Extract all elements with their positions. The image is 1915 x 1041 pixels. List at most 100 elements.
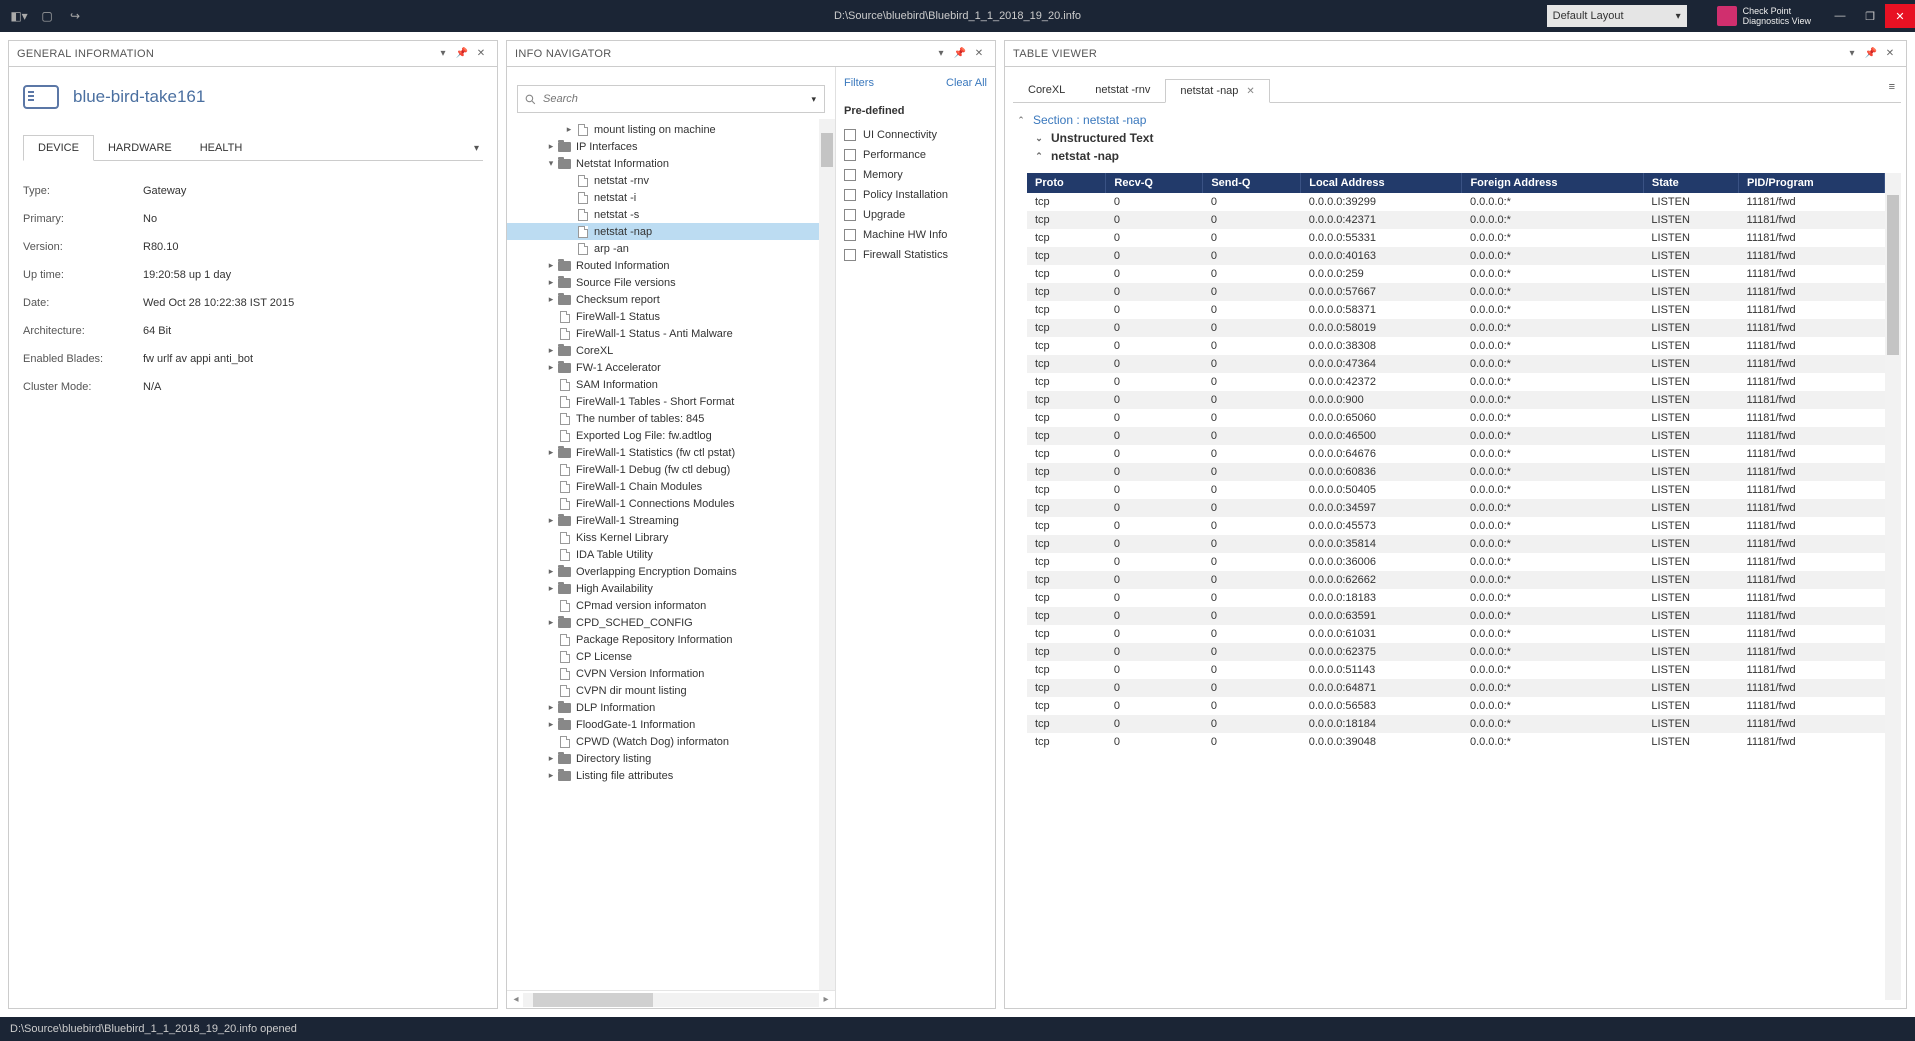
tree-item[interactable]: FireWall-1 Status - Anti Malware (507, 325, 835, 342)
tree-item[interactable]: ▸Checksum report (507, 291, 835, 308)
tv-tab[interactable]: CoreXL (1013, 78, 1080, 102)
tree-item[interactable]: CVPN dir mount listing (507, 682, 835, 699)
app-menu-icon[interactable]: ◧▾ (12, 9, 26, 23)
filter-checkbox[interactable]: Performance (844, 145, 987, 165)
tree-twisty-icon[interactable]: ▸ (545, 583, 557, 594)
tree-item[interactable]: Kiss Kernel Library (507, 529, 835, 546)
nav-tree[interactable]: ▸mount listing on machine▸IP Interfaces▾… (507, 119, 835, 990)
filter-checkbox[interactable]: Memory (844, 165, 987, 185)
table-row[interactable]: tcp000.0.0.0:583710.0.0.0:*LISTEN11181/f… (1027, 301, 1885, 319)
tree-item[interactable]: Exported Log File: fw.adtlog (507, 427, 835, 444)
table-row[interactable]: tcp000.0.0.0:635910.0.0.0:*LISTEN11181/f… (1027, 607, 1885, 625)
tree-item[interactable]: FireWall-1 Connections Modules (507, 495, 835, 512)
table-row[interactable]: tcp000.0.0.0:345970.0.0.0:*LISTEN11181/f… (1027, 499, 1885, 517)
tree-scrollbar-vertical[interactable] (819, 119, 835, 990)
table-row[interactable]: tcp000.0.0.0:504050.0.0.0:*LISTEN11181/f… (1027, 481, 1885, 499)
redo-icon[interactable]: ↪ (68, 9, 82, 23)
panel-dropdown-icon[interactable]: ▾ (435, 46, 451, 62)
tv-tab[interactable]: netstat -nap✕ (1165, 79, 1269, 103)
tree-twisty-icon[interactable]: ▸ (545, 447, 557, 458)
tree-item[interactable]: netstat -s (507, 206, 835, 223)
window-close[interactable]: ✕ (1885, 4, 1915, 28)
tree-twisty-icon[interactable]: ▸ (545, 141, 557, 152)
table-row[interactable]: tcp000.0.0.0:181840.0.0.0:*LISTEN11181/f… (1027, 715, 1885, 733)
table-row[interactable]: tcp000.0.0.0:465000.0.0.0:*LISTEN11181/f… (1027, 427, 1885, 445)
tree-item[interactable]: ▸DLP Information (507, 699, 835, 716)
filters-link[interactable]: Filters (844, 77, 874, 89)
tree-twisty-icon[interactable]: ▸ (545, 719, 557, 730)
tree-item[interactable]: FireWall-1 Chain Modules (507, 478, 835, 495)
table-row[interactable]: tcp000.0.0.0:392990.0.0.0:*LISTEN11181/f… (1027, 193, 1885, 211)
tab-device[interactable]: DEVICE (23, 135, 94, 161)
tree-twisty-icon[interactable]: ▸ (545, 617, 557, 628)
tree-item[interactable]: CPmad version informaton (507, 597, 835, 614)
table-header[interactable]: Send-Q (1203, 173, 1301, 193)
tree-item[interactable]: IDA Table Utility (507, 546, 835, 563)
tree-item[interactable]: The number of tables: 845 (507, 410, 835, 427)
table-row[interactable]: tcp000.0.0.0:623750.0.0.0:*LISTEN11181/f… (1027, 643, 1885, 661)
table-row[interactable]: tcp000.0.0.0:473640.0.0.0:*LISTEN11181/f… (1027, 355, 1885, 373)
filter-checkbox[interactable]: UI Connectivity (844, 125, 987, 145)
table-row[interactable]: tcp000.0.0.0:2590.0.0.0:*LISTEN11181/fwd (1027, 265, 1885, 283)
table-row[interactable]: tcp000.0.0.0:423710.0.0.0:*LISTEN11181/f… (1027, 211, 1885, 229)
tree-item[interactable]: ▾Netstat Information (507, 155, 835, 172)
layout-selector[interactable]: Default Layout (1547, 5, 1687, 27)
tab-hardware[interactable]: HARDWARE (94, 136, 186, 160)
table-row[interactable]: tcp000.0.0.0:9000.0.0.0:*LISTEN11181/fwd (1027, 391, 1885, 409)
tree-item[interactable]: ▸FloodGate-1 Information (507, 716, 835, 733)
table-row[interactable]: tcp000.0.0.0:511430.0.0.0:*LISTEN11181/f… (1027, 661, 1885, 679)
tree-item[interactable]: ▸Listing file attributes (507, 767, 835, 784)
tree-twisty-icon[interactable]: ▸ (545, 770, 557, 781)
tree-item[interactable]: CPWD (Watch Dog) informaton (507, 733, 835, 750)
filter-checkbox[interactable]: Firewall Statistics (844, 245, 987, 265)
tree-item[interactable]: ▸Routed Information (507, 257, 835, 274)
tree-item[interactable]: ▸FireWall-1 Statistics (fw ctl pstat) (507, 444, 835, 461)
tab-health[interactable]: HEALTH (186, 136, 257, 160)
section-unstructured[interactable]: Unstructured Text (1051, 131, 1153, 145)
filter-checkbox[interactable]: Machine HW Info (844, 225, 987, 245)
tree-item[interactable]: ▸CPD_SCHED_CONFIG (507, 614, 835, 631)
table-scrollbar-vertical[interactable] (1885, 173, 1901, 1000)
tab-close-icon[interactable]: ✕ (1246, 86, 1254, 97)
table-row[interactable]: tcp000.0.0.0:390480.0.0.0:*LISTEN11181/f… (1027, 733, 1885, 751)
filter-checkbox[interactable]: Upgrade (844, 205, 987, 225)
table-row[interactable]: tcp000.0.0.0:610310.0.0.0:*LISTEN11181/f… (1027, 625, 1885, 643)
table-header[interactable]: Local Address (1301, 173, 1462, 193)
tree-item[interactable]: FireWall-1 Tables - Short Format (507, 393, 835, 410)
table-header[interactable]: Foreign Address (1462, 173, 1643, 193)
section-netstat[interactable]: netstat -nap (1051, 149, 1119, 163)
section-toggle-icon[interactable]: ⌃ (1033, 151, 1045, 162)
table-row[interactable]: tcp000.0.0.0:648710.0.0.0:*LISTEN11181/f… (1027, 679, 1885, 697)
table-row[interactable]: tcp000.0.0.0:626620.0.0.0:*LISTEN11181/f… (1027, 571, 1885, 589)
table-header[interactable]: State (1643, 173, 1738, 193)
table-row[interactable]: tcp000.0.0.0:401630.0.0.0:*LISTEN11181/f… (1027, 247, 1885, 265)
table-row[interactable]: tcp000.0.0.0:576670.0.0.0:*LISTEN11181/f… (1027, 283, 1885, 301)
tree-item[interactable]: ▸FW-1 Accelerator (507, 359, 835, 376)
table-row[interactable]: tcp000.0.0.0:553310.0.0.0:*LISTEN11181/f… (1027, 229, 1885, 247)
table-row[interactable]: tcp000.0.0.0:455730.0.0.0:*LISTEN11181/f… (1027, 517, 1885, 535)
tv-tab[interactable]: netstat -rnv (1080, 78, 1165, 102)
table-row[interactable]: tcp000.0.0.0:580190.0.0.0:*LISTEN11181/f… (1027, 319, 1885, 337)
section-title[interactable]: Section : netstat -nap (1033, 113, 1146, 127)
table-row[interactable]: tcp000.0.0.0:565830.0.0.0:*LISTEN11181/f… (1027, 697, 1885, 715)
tree-twisty-icon[interactable]: ▸ (545, 294, 557, 305)
section-toggle-icon[interactable]: ⌄ (1033, 133, 1045, 144)
window-list-icon[interactable]: ▢ (40, 9, 54, 23)
tree-item[interactable]: SAM Information (507, 376, 835, 393)
tree-item[interactable]: ▸High Availability (507, 580, 835, 597)
clear-all-link[interactable]: Clear All (946, 77, 987, 89)
tv-tabs-overflow-icon[interactable]: ≡ (1889, 81, 1895, 93)
tree-item[interactable]: netstat -nap (507, 223, 835, 240)
tree-item[interactable]: netstat -rnv (507, 172, 835, 189)
table-row[interactable]: tcp000.0.0.0:423720.0.0.0:*LISTEN11181/f… (1027, 373, 1885, 391)
tree-item[interactable]: CP License (507, 648, 835, 665)
tree-twisty-icon[interactable]: ▸ (545, 277, 557, 288)
window-minimize[interactable]: — (1825, 4, 1855, 28)
tree-twisty-icon[interactable]: ▸ (545, 515, 557, 526)
table-header[interactable]: Recv-Q (1106, 173, 1203, 193)
panel-pin-icon[interactable]: 📌 (952, 46, 968, 62)
tree-twisty-icon[interactable]: ▸ (545, 566, 557, 577)
tree-item[interactable]: CVPN Version Information (507, 665, 835, 682)
tree-item[interactable]: ▸Overlapping Encryption Domains (507, 563, 835, 580)
tree-item[interactable]: netstat -i (507, 189, 835, 206)
